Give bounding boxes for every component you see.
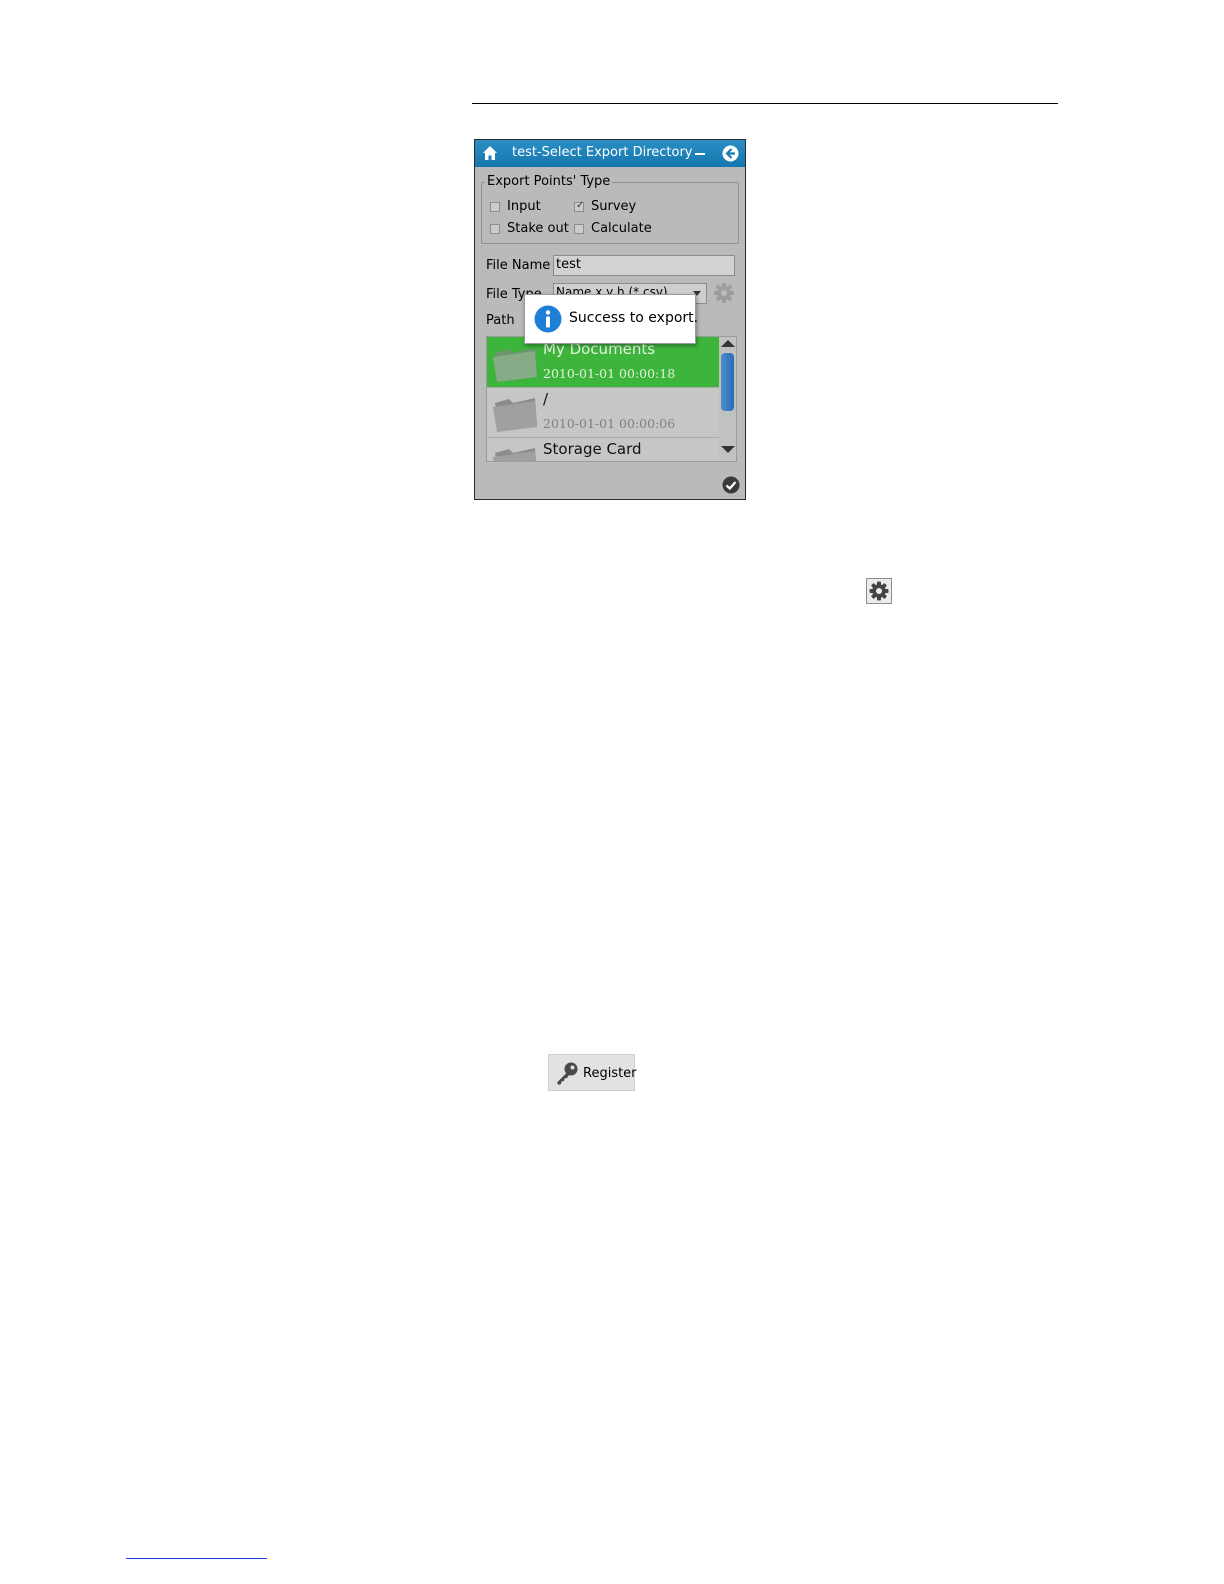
- title-bar: test-Select Export Directory: [475, 140, 745, 167]
- scroll-up-icon[interactable]: [721, 340, 735, 347]
- checkbox-calculate[interactable]: [574, 224, 584, 234]
- settings-gear-icon: [866, 578, 892, 604]
- gear-icon: [869, 581, 889, 601]
- scroll-thumb[interactable]: [721, 353, 734, 411]
- gear-icon[interactable]: [713, 282, 735, 304]
- checkbox-survey[interactable]: ✓: [574, 200, 585, 212]
- directory-list: My Documents 2010-01-01 00:00:18 / 2010-…: [486, 336, 737, 462]
- list-item[interactable]: / 2010-01-01 00:00:06: [487, 387, 719, 438]
- list-item[interactable]: My Documents 2010-01-01 00:00:18: [487, 337, 719, 388]
- header-rule: [472, 103, 1058, 104]
- list-item-date: 2010-01-01 00:00:18: [543, 366, 676, 381]
- folder-icon: [493, 448, 536, 461]
- file-name-input[interactable]: test: [553, 255, 735, 276]
- export-points-type-title: Export Points' Type: [485, 174, 613, 189]
- checkbox-calculate-label: Calculate: [591, 221, 652, 236]
- checkbox-input[interactable]: [490, 202, 500, 212]
- checkmark-icon: ✓: [576, 200, 585, 211]
- folder-icon: [493, 398, 537, 432]
- home-icon[interactable]: [482, 145, 498, 161]
- list-item-date: 2010-01-01 00:00:06: [543, 416, 676, 431]
- list-item-name: Storage Card: [543, 440, 642, 458]
- info-icon: [534, 305, 562, 333]
- toast-message: Success to export.: [569, 310, 699, 326]
- list-item-name: /: [543, 390, 549, 408]
- path-label: Path: [486, 313, 515, 328]
- checkbox-survey-label: Survey: [591, 199, 637, 214]
- scrollbar[interactable]: [719, 337, 736, 461]
- footer-link-underline: [126, 1558, 267, 1559]
- register-label: Register: [583, 1066, 637, 1081]
- checkbox-input-label: Input: [507, 199, 541, 214]
- checkbox-stake-out[interactable]: [490, 224, 500, 234]
- register-button: Register: [548, 1054, 637, 1091]
- window-title: test-Select Export Directory: [512, 145, 693, 160]
- back-arrow-icon[interactable]: [722, 145, 739, 162]
- key-icon: [557, 1062, 578, 1085]
- list-item[interactable]: Storage Card: [487, 437, 719, 461]
- success-toast: Success to export.: [524, 294, 699, 344]
- scroll-down-icon[interactable]: [721, 446, 735, 453]
- file-name-label: File Name: [486, 258, 551, 273]
- folder-icon: [493, 348, 537, 382]
- export-directory-window: test-Select Export Directory Export Poin…: [474, 139, 746, 500]
- minimize-icon[interactable]: [695, 153, 705, 155]
- confirm-check-icon[interactable]: [722, 476, 740, 494]
- checkbox-stake-out-label: Stake out: [507, 221, 569, 236]
